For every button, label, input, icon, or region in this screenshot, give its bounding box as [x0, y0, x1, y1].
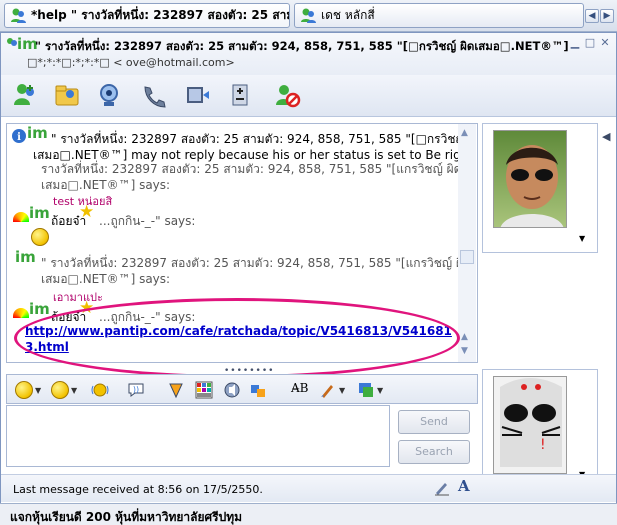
- chevron-down-icon[interactable]: ▼: [339, 386, 345, 395]
- contact-avatar-panel: ▼: [482, 123, 598, 253]
- tab-label: *help " รางวัลที่หนึ่ง: 232897 สองตัว: 2…: [31, 8, 290, 22]
- bottom-banner: แจกหุ้นเรียนดี 200 หุ้นที่มหาวิทยาลัยศรี…: [0, 503, 617, 525]
- contact-email: □*;*:*□:*;*:*□ < ove@hotmail.com>: [27, 56, 235, 69]
- scroll-thumb[interactable]: [460, 250, 474, 264]
- svg-text:i: i: [17, 132, 21, 143]
- scroll-down-icon[interactable]: ▲: [461, 332, 468, 342]
- svg-text:)): )): [133, 385, 139, 394]
- tab-label: เดช หลักสี่: [321, 8, 375, 22]
- wink-icon[interactable]: [167, 381, 185, 399]
- rainbow-icon: [13, 308, 29, 318]
- im-logo: im: [27, 124, 48, 142]
- message-text: เอามาแปะ: [53, 291, 103, 304]
- background-icon[interactable]: [195, 381, 213, 399]
- im-logo: im: [29, 300, 50, 318]
- message-input[interactable]: [6, 405, 390, 467]
- window-title: " รางวัลที่หนึ่ง: 232897 สองตัว: 25 สามต…: [35, 39, 569, 53]
- chevron-down-icon[interactable]: ▼: [71, 386, 77, 395]
- message-sender-header: เสมอ□.NET®™] says:: [41, 272, 171, 286]
- chevron-down-icon[interactable]: ▼: [377, 386, 383, 395]
- sound-icon[interactable]: [223, 381, 241, 399]
- conversation-tabs-bar: *help " รางวัลที่หนึ่ง: 232897 สองตัว: 2…: [0, 0, 617, 32]
- search-button[interactable]: Search: [398, 440, 470, 464]
- messenger-buddy-icon: [301, 8, 316, 23]
- activities-icon[interactable]: [227, 81, 255, 109]
- my-photo: !: [494, 377, 566, 473]
- tab-help-conversation[interactable]: *help " รางวัลที่หนึ่ง: 232897 สองตัว: 2…: [4, 3, 290, 28]
- rainbow-icon: [13, 212, 29, 222]
- scroll-up-icon[interactable]: ▲: [461, 128, 468, 138]
- svg-text:!: !: [540, 437, 546, 453]
- nudge-icon[interactable]: )): [127, 381, 145, 399]
- messenger-buddy-icon: [11, 8, 26, 23]
- emoticon-icon[interactable]: [15, 381, 33, 399]
- chevron-down-icon[interactable]: ▼: [35, 386, 41, 395]
- maximize-icon[interactable]: □: [584, 37, 596, 49]
- status-bar: Last message received at 8:56 on 17/5/25…: [1, 474, 616, 502]
- invite-contact-icon[interactable]: [11, 81, 39, 109]
- block-icon[interactable]: [273, 81, 301, 109]
- color-brush-icon[interactable]: [319, 381, 337, 399]
- font-icon[interactable]: A̶B: [291, 381, 308, 395]
- conversation-toolbar: [1, 75, 616, 117]
- my-avatar[interactable]: !: [493, 376, 567, 474]
- video-icon[interactable]: [183, 81, 211, 109]
- im-logo: im: [15, 248, 36, 266]
- message-says: ...ถูกกิน-_-" says:: [99, 214, 196, 228]
- minimize-icon[interactable]: ▁: [569, 37, 581, 49]
- compose-toolbar: ▼ ▼ )) A̶B ▼ ▼: [6, 374, 478, 404]
- wink-emoticon-icon[interactable]: [51, 381, 69, 399]
- tab-dej-conversation[interactable]: เดช หลักสี่: [294, 3, 584, 28]
- im-logo: im: [29, 204, 50, 222]
- call-icon[interactable]: [139, 81, 167, 109]
- tab-scroll-right-button[interactable]: ▶: [600, 9, 614, 23]
- handwriting-icon[interactable]: [433, 479, 451, 497]
- sharing-icon[interactable]: [357, 381, 375, 399]
- contact-avatar[interactable]: [493, 130, 567, 228]
- collapse-panel-icon[interactable]: ◀: [602, 130, 610, 143]
- contact-photo: [500, 145, 564, 227]
- send-files-icon[interactable]: [53, 81, 81, 109]
- webcam-icon[interactable]: [95, 81, 123, 109]
- avatar-menu-caret[interactable]: ▼: [579, 234, 585, 243]
- close-icon[interactable]: ✕: [599, 37, 611, 49]
- conversation-scrollbar[interactable]: ▲ ▲ ▼: [458, 124, 476, 362]
- send-button[interactable]: Send: [398, 410, 470, 434]
- games-icon[interactable]: [249, 381, 267, 399]
- window-title-area: im " รางวัลที่หนึ่ง: 232897 สองตัว: 25 ส…: [1, 33, 616, 75]
- voice-clip-icon[interactable]: [91, 381, 109, 399]
- info-icon: i: [12, 129, 26, 143]
- tab-scroll-left-button[interactable]: ◀: [585, 9, 599, 23]
- text-mode-icon[interactable]: A: [458, 477, 470, 495]
- last-message-status: Last message received at 8:56 on 17/5/25…: [13, 483, 263, 496]
- cool-emoticon-icon: [31, 228, 49, 246]
- my-avatar-panel: ! ▼: [482, 369, 598, 487]
- scroll-down-icon[interactable]: ▼: [461, 346, 468, 356]
- star-icon: ★: [79, 202, 95, 222]
